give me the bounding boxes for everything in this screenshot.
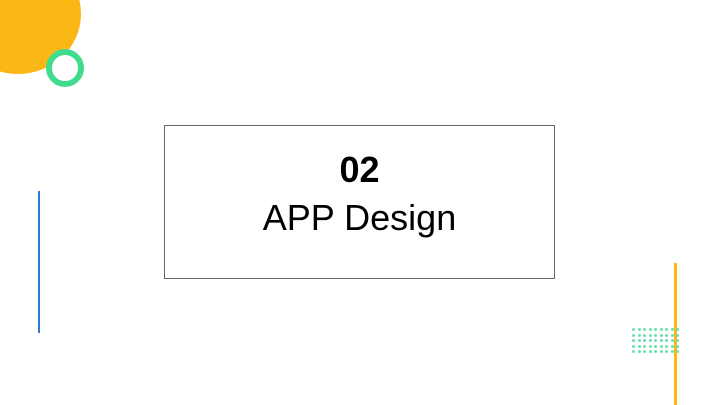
dot [665, 344, 668, 348]
dot [654, 333, 657, 337]
dot-grid-decoration [632, 328, 679, 354]
dot [654, 328, 657, 331]
dot [654, 350, 657, 353]
dot [676, 333, 679, 337]
dot [676, 339, 679, 342]
dot [670, 328, 674, 331]
dot [670, 344, 674, 348]
dot [648, 350, 652, 353]
dot [637, 328, 641, 331]
dot [632, 344, 635, 348]
dot [676, 350, 679, 353]
dot [648, 328, 652, 331]
dot [659, 328, 663, 331]
dot [659, 350, 663, 353]
dot [637, 339, 641, 342]
dot [637, 344, 641, 348]
dot [648, 339, 652, 342]
dot [648, 333, 652, 337]
dot [676, 328, 679, 331]
dot [659, 339, 663, 342]
dot [643, 339, 646, 342]
slide: 02 APP Design [0, 0, 720, 405]
green-ring-decoration [46, 49, 84, 87]
dot [643, 350, 646, 353]
dot [632, 339, 635, 342]
dot [665, 339, 668, 342]
dot [637, 350, 641, 353]
dot [676, 344, 679, 348]
dot [643, 328, 646, 331]
dot [665, 350, 668, 353]
dot [665, 328, 668, 331]
dot [632, 328, 635, 331]
dot [643, 344, 646, 348]
dot [665, 333, 668, 337]
section-number: 02 [339, 149, 380, 190]
dot [654, 344, 657, 348]
dot [632, 350, 635, 353]
dot [654, 339, 657, 342]
dot [637, 333, 641, 337]
dot [659, 344, 663, 348]
section-title: APP Design [262, 197, 457, 238]
dot [670, 339, 674, 342]
dot [670, 350, 674, 353]
dot [648, 344, 652, 348]
section-title-box: 02 APP Design [164, 125, 555, 279]
dot [632, 333, 635, 337]
blue-vertical-line-decoration [38, 191, 40, 333]
dot [643, 333, 646, 337]
dot [670, 333, 674, 337]
dot [659, 333, 663, 337]
